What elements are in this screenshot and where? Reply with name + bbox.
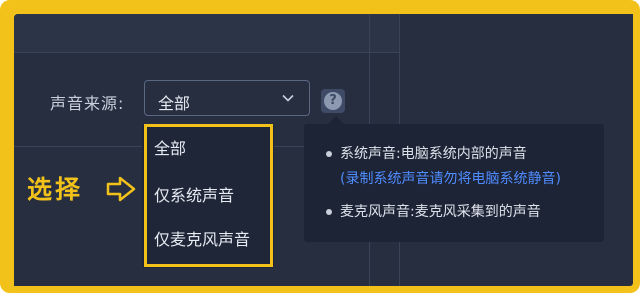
right-arrow-icon — [106, 176, 136, 202]
tooltip-mic-sound: 麦克风声音:麦克风采集到的声音 — [340, 204, 541, 220]
audio-source-select[interactable]: 全部 — [144, 80, 310, 116]
bullet-dot — [326, 151, 332, 157]
help-tooltip: 系统声音:电脑系统内部的声音 (录制系统声音请勿将电脑系统静音) 麦克风声音:麦… — [304, 116, 604, 242]
help-button[interactable]: ? — [321, 89, 345, 113]
tooltip-system-note: (录制系统声音请勿将电脑系统静音) — [340, 171, 561, 187]
top-bar — [14, 14, 399, 52]
tooltip-pointer — [328, 116, 344, 124]
bullet-dot — [326, 209, 332, 215]
audio-source-label: 声音来源: — [50, 94, 125, 113]
app-window: 声音来源: 全部 ? 全部 仅系统声音 仅麦克风声音 选择 系统声音:电脑系统内… — [14, 14, 633, 286]
chevron-down-icon — [282, 94, 294, 102]
annotation-highlight-box — [144, 124, 273, 267]
audio-source-value: 全部 — [158, 94, 191, 113]
question-icon: ? — [324, 92, 342, 110]
divider — [14, 52, 399, 53]
tooltip-system-sound: 系统声音:电脑系统内部的声音 — [340, 146, 527, 162]
annotation-label: 选择 — [27, 175, 84, 204]
annotation-frame: 声音来源: 全部 ? 全部 仅系统声音 仅麦克风声音 选择 系统声音:电脑系统内… — [0, 0, 640, 293]
